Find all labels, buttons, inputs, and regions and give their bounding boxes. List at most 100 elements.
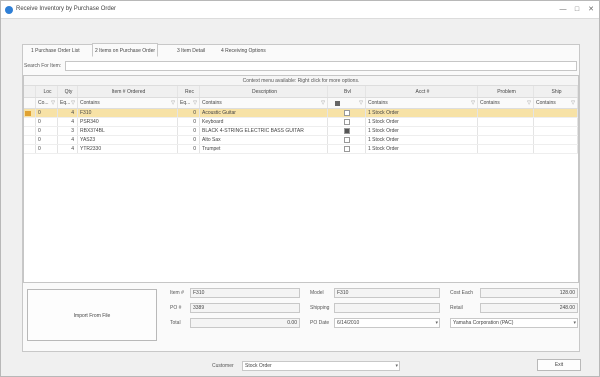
column-header-rec[interactable]: Rec [178, 86, 200, 97]
filter-description-operator: Contains [202, 100, 222, 106]
chevron-down-icon[interactable]: ▾ [435, 319, 438, 327]
row-indicator [24, 109, 36, 117]
tab-item-detail[interactable]: 3 Item Detail [174, 43, 208, 57]
cell-ship [534, 145, 578, 153]
cell-acct: 1 Stock Order [366, 118, 478, 126]
cell-ship [534, 109, 578, 117]
column-header-loc[interactable]: Loc [36, 86, 58, 97]
cell-qty: 4 [58, 118, 78, 126]
tab-purchase-order-list[interactable]: 1 Purchase Order List [28, 43, 83, 57]
cell-description: Alto Sax [200, 136, 328, 144]
chevron-down-icon[interactable]: ▾ [573, 319, 576, 327]
cell-rec[interactable]: 0 [178, 118, 200, 126]
backorder-checkbox[interactable] [344, 146, 350, 152]
filter-icon[interactable]: ▽ [51, 98, 55, 108]
filter-icon[interactable]: ▽ [71, 98, 75, 108]
exit-button[interactable]: Exit [537, 359, 581, 371]
backorder-checkbox[interactable] [344, 119, 350, 125]
cell-qty: 4 [58, 109, 78, 117]
po-date-label: PO Date [310, 320, 330, 326]
filter-indicator [24, 98, 36, 108]
cell-acct: 1 Stock Order [366, 145, 478, 153]
filter-icon[interactable]: ▽ [527, 98, 531, 108]
po-number-label: PO # [170, 305, 182, 311]
window-title: Receive Inventory by Purchase Order [16, 6, 117, 12]
grid-header: Loc Qty Item # Ordered Rec Description B… [24, 86, 578, 98]
cell-description: Trumpet [200, 145, 328, 153]
filter-icon[interactable]: ▽ [471, 98, 475, 108]
context-menu-hint: Context menu available: Right click for … [24, 76, 578, 86]
cell-acct: 1 Stock Order [366, 136, 478, 144]
table-row[interactable]: 0 4 PSR340 0 Keyboard 1 Stock Order [24, 118, 578, 127]
search-input[interactable] [65, 61, 577, 71]
filter-description[interactable]: Contains ▽ [200, 98, 328, 108]
retail-field: 248.00 [480, 303, 578, 313]
filter-icon[interactable]: ▽ [193, 98, 197, 108]
filter-row: Co... ▽ Eq... ▽ Contains ▽ Eq... ▽ Contains ▽… [24, 98, 578, 109]
maximize-button[interactable]: □ [572, 5, 582, 15]
shipping-label: Shipping [310, 305, 330, 311]
close-button[interactable]: ✕ [586, 5, 596, 15]
filter-acct[interactable]: Contains ▽ [366, 98, 478, 108]
filter-loc-operator: Co... [38, 100, 49, 106]
customer-select[interactable]: Stock Order ▾ [242, 361, 400, 371]
filter-bvl[interactable]: ▽ [328, 98, 366, 108]
cell-rec[interactable]: 0 [178, 136, 200, 144]
vendor-select[interactable]: Yamaha Corporation (PAC) ▾ [450, 318, 578, 328]
chevron-down-icon[interactable]: ▾ [395, 362, 398, 370]
cell-rec[interactable]: 0 [178, 145, 200, 153]
cell-bvl [328, 109, 366, 117]
backorder-checkbox[interactable] [344, 137, 350, 143]
vendor-value: Yamaha Corporation (PAC) [453, 320, 514, 326]
filter-icon[interactable]: ▽ [571, 98, 575, 108]
filter-checkbox-icon[interactable] [335, 101, 340, 106]
cell-loc: 0 [36, 145, 58, 153]
cell-loc: 0 [36, 118, 58, 126]
filter-problem-operator: Contains [480, 100, 500, 106]
row-indicator [24, 118, 36, 126]
filter-ship[interactable]: Contains ▽ [534, 98, 578, 108]
filter-icon[interactable]: ▽ [359, 98, 363, 108]
backorder-checkbox[interactable] [344, 110, 350, 116]
cell-problem [478, 127, 534, 135]
cell-item: RBX374BL [78, 127, 178, 135]
column-header-item[interactable]: Item # Ordered [78, 86, 178, 97]
cell-rec[interactable]: 0 [178, 127, 200, 135]
model-field: F310 [334, 288, 440, 298]
cell-qty: 4 [58, 145, 78, 153]
column-header-problem[interactable]: Problem [478, 86, 534, 97]
column-header-description[interactable]: Description [200, 86, 328, 97]
items-grid[interactable]: Context menu available: Right click for … [23, 75, 579, 283]
filter-problem[interactable]: Contains ▽ [478, 98, 534, 108]
column-header-ship[interactable]: Ship [534, 86, 578, 97]
column-header-qty[interactable]: Qty [58, 86, 78, 97]
column-header-bvl[interactable]: Bvl [328, 86, 366, 97]
filter-qty[interactable]: Eq... ▽ [58, 98, 78, 108]
backorder-checkbox[interactable] [344, 128, 350, 134]
tab-items-on-purchase-order[interactable]: 2 Items on Purchase Order [92, 43, 159, 57]
filter-icon[interactable]: ▽ [171, 98, 175, 108]
table-row[interactable]: 0 4 F310 0 Acoustic Guitar 1 Stock Order [24, 109, 578, 118]
tab-receiving-options[interactable]: 4 Receiving Options [218, 43, 269, 57]
minimize-button[interactable]: — [558, 5, 568, 15]
filter-loc[interactable]: Co... ▽ [36, 98, 58, 108]
cell-rec[interactable]: 0 [178, 109, 200, 117]
table-row[interactable]: 0 4 YTR2330 0 Trumpet 1 Stock Order [24, 145, 578, 154]
total-field: 0.00 [190, 318, 300, 328]
table-row[interactable]: 0 4 YAS23 0 Alto Sax 1 Stock Order [24, 136, 578, 145]
filter-icon[interactable]: ▽ [321, 98, 325, 108]
cell-item: YTR2330 [78, 145, 178, 153]
title-bar: Receive Inventory by Purchase Order — □ … [1, 1, 599, 19]
cell-bvl [328, 145, 366, 153]
column-header-acct[interactable]: Acct # [366, 86, 478, 97]
filter-item[interactable]: Contains ▽ [78, 98, 178, 108]
cell-ship [534, 127, 578, 135]
filter-rec[interactable]: Eq... ▽ [178, 98, 200, 108]
total-label: Total [170, 320, 181, 326]
cell-item: YAS23 [78, 136, 178, 144]
filter-acct-operator: Contains [368, 100, 388, 106]
import-from-file-button[interactable]: Import From File [27, 289, 157, 341]
table-row[interactable]: 0 3 RBX374BL 0 BLACK 4-STRING ELECTRIC B… [24, 127, 578, 136]
cell-ship [534, 118, 578, 126]
po-date-picker[interactable]: 6/14/2010 ▾ [334, 318, 440, 328]
